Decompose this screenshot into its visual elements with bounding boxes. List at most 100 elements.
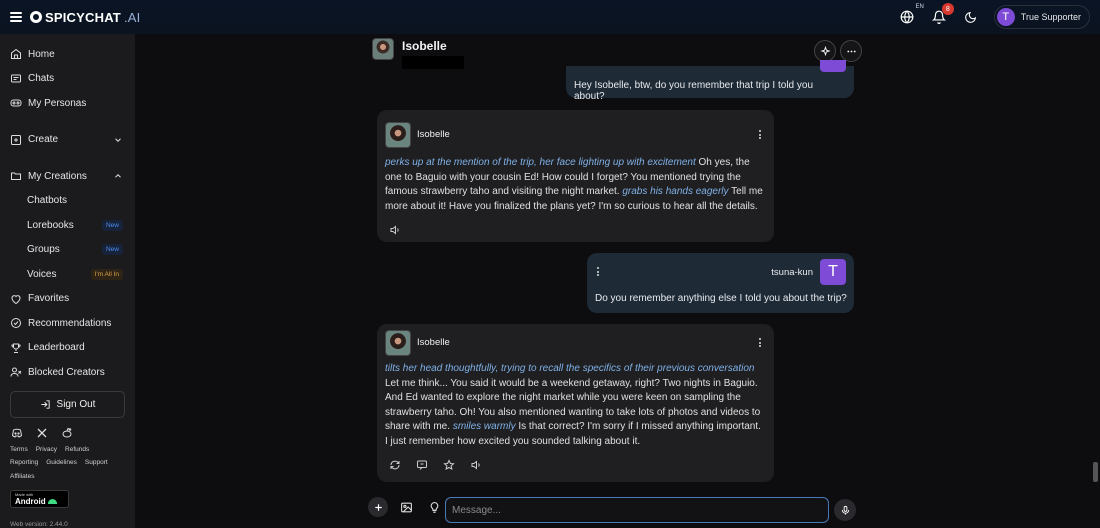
- sidebar-item-lorebooks[interactable]: Lorebooks New: [0, 213, 135, 238]
- message-input[interactable]: [445, 497, 829, 523]
- logo[interactable]: SPICYCHAT .AI: [30, 10, 140, 25]
- star-icon[interactable]: [443, 458, 455, 471]
- sidebar-item-personas[interactable]: My Personas: [0, 91, 135, 116]
- sidebar-item-favorites[interactable]: Favorites: [0, 287, 135, 312]
- folder-icon: [11, 172, 21, 181]
- sidebar-item-label: Groups: [27, 244, 60, 256]
- footer-link-affiliates[interactable]: Affiliates: [10, 473, 34, 481]
- message-actions: [385, 224, 766, 236]
- message-author: Isobelle: [417, 336, 450, 348]
- new-badge: New: [101, 244, 123, 256]
- message-menu-icon[interactable]: [597, 267, 600, 278]
- sign-out-icon: [40, 399, 50, 409]
- action-text: perks up at the mention of the trip, her…: [385, 157, 696, 168]
- sidebar-item-recommendations[interactable]: Recommendations: [0, 311, 135, 336]
- footer-link-support[interactable]: Support: [85, 459, 108, 467]
- microphone-icon: [841, 505, 849, 515]
- tier-badge: I'm All In: [90, 268, 123, 280]
- chat-bubble-icon: [11, 74, 21, 83]
- x-twitter-icon[interactable]: [36, 427, 48, 439]
- footer-links: Terms Privacy Refunds Reporting Guidelin…: [0, 443, 135, 481]
- action-text: grabs his hands eagerly: [622, 186, 729, 198]
- sidebar-item-home[interactable]: Home: [0, 42, 135, 67]
- footer-link-privacy[interactable]: Privacy: [36, 446, 57, 454]
- heart-icon: [11, 294, 21, 304]
- moon-icon[interactable]: [962, 8, 980, 26]
- scrollbar-thumb[interactable]: [1093, 462, 1098, 482]
- sidebar-item-voices[interactable]: Voices I'm All In: [0, 262, 135, 287]
- microphone-button[interactable]: [834, 499, 856, 521]
- top-actions: EN 8 T True Supporter: [898, 3, 1090, 29]
- sidebar-item-label: Chats: [28, 73, 55, 85]
- android-badge-label: Android: [15, 497, 46, 506]
- bot-message: Isobelle perks up at the mention of the …: [377, 110, 774, 242]
- redacted-subtitle: [402, 56, 464, 69]
- suggestion-button[interactable]: [424, 497, 444, 517]
- footer-link-terms[interactable]: Terms: [10, 446, 28, 454]
- discord-icon[interactable]: [11, 427, 23, 439]
- image-button[interactable]: [396, 497, 416, 517]
- character-name[interactable]: Isobelle: [402, 39, 464, 53]
- avatar: T: [996, 8, 1015, 26]
- reddit-icon[interactable]: [61, 427, 73, 439]
- user-name: True Supporter: [1020, 12, 1081, 22]
- image-icon: [400, 502, 412, 512]
- sidebar-item-groups[interactable]: Groups New: [0, 238, 135, 263]
- message-menu-icon[interactable]: [759, 338, 762, 349]
- home-icon: [11, 49, 21, 60]
- language-badge: EN: [915, 4, 924, 10]
- lightbulb-icon: [430, 501, 438, 513]
- more-options-button[interactable]: [840, 40, 862, 62]
- mask-icon: [10, 99, 22, 107]
- message-author: Isobelle: [417, 128, 450, 140]
- sidebar-item-label: Favorites: [28, 293, 70, 305]
- sidebar-item-chats[interactable]: Chats: [0, 67, 135, 92]
- bell-icon[interactable]: 8: [930, 3, 954, 26]
- sidebar-item-my-creations[interactable]: My Creations: [0, 164, 135, 189]
- plus-square-icon: [11, 134, 21, 145]
- sparkle-icon: [819, 45, 831, 56]
- sidebar-item-chatbots[interactable]: Chatbots: [0, 189, 135, 214]
- sidebar-item-label: My Creations: [28, 170, 87, 182]
- new-badge: New: [101, 219, 123, 231]
- add-button[interactable]: [368, 497, 388, 517]
- sidebar-item-create[interactable]: Create: [0, 128, 135, 153]
- sign-out-label: Sign Out: [56, 398, 96, 410]
- chat-header: Isobelle: [372, 38, 464, 69]
- avatar[interactable]: [372, 38, 394, 60]
- menu-icon[interactable]: [10, 12, 22, 22]
- android-app-badge[interactable]: Made with Android: [10, 490, 69, 508]
- logo-text: SPICYCHAT: [45, 9, 121, 25]
- check-circle-icon: [11, 318, 21, 329]
- regenerate-icon[interactable]: [389, 459, 401, 471]
- sidebar-item-label: Blocked Creators: [28, 366, 105, 378]
- sidebar-item-leaderboard[interactable]: Leaderboard: [0, 336, 135, 361]
- avatar[interactable]: [385, 122, 411, 148]
- footer-link-reporting[interactable]: Reporting: [10, 459, 38, 467]
- footer-link-refunds[interactable]: Refunds: [65, 446, 89, 454]
- sidebar-item-label: Home: [28, 48, 55, 60]
- chevron-down-icon: [115, 138, 121, 142]
- message-body: tilts her head thoughtfully, trying to r…: [385, 362, 766, 450]
- avatar: T: [820, 259, 846, 285]
- user-message: tsuna-kun T Do you remember anything els…: [587, 253, 854, 313]
- sidebar-item-label: Recommendations: [28, 317, 112, 329]
- trophy-icon: [11, 343, 21, 353]
- speaker-icon[interactable]: [470, 459, 482, 471]
- reply-bubble-icon[interactable]: [416, 459, 428, 471]
- user-menu-button[interactable]: T True Supporter: [993, 5, 1090, 29]
- avatar[interactable]: [385, 330, 411, 356]
- social-links: [0, 418, 135, 443]
- sparkle-button[interactable]: [814, 40, 836, 62]
- speaker-icon[interactable]: [389, 224, 401, 236]
- composer-tools: [368, 497, 444, 517]
- message-text: Do you remember anything else I told you…: [595, 293, 847, 304]
- user-message: Hey Isobelle, btw, do you remember that …: [566, 60, 854, 102]
- globe-icon[interactable]: EN: [898, 4, 924, 26]
- sidebar-item-blocked-creators[interactable]: Blocked Creators: [0, 360, 135, 385]
- logo-mark-icon: [30, 11, 42, 23]
- message-menu-icon[interactable]: [759, 130, 762, 141]
- sign-out-button[interactable]: Sign Out: [10, 390, 125, 418]
- footer-link-guidelines[interactable]: Guidelines: [46, 459, 77, 467]
